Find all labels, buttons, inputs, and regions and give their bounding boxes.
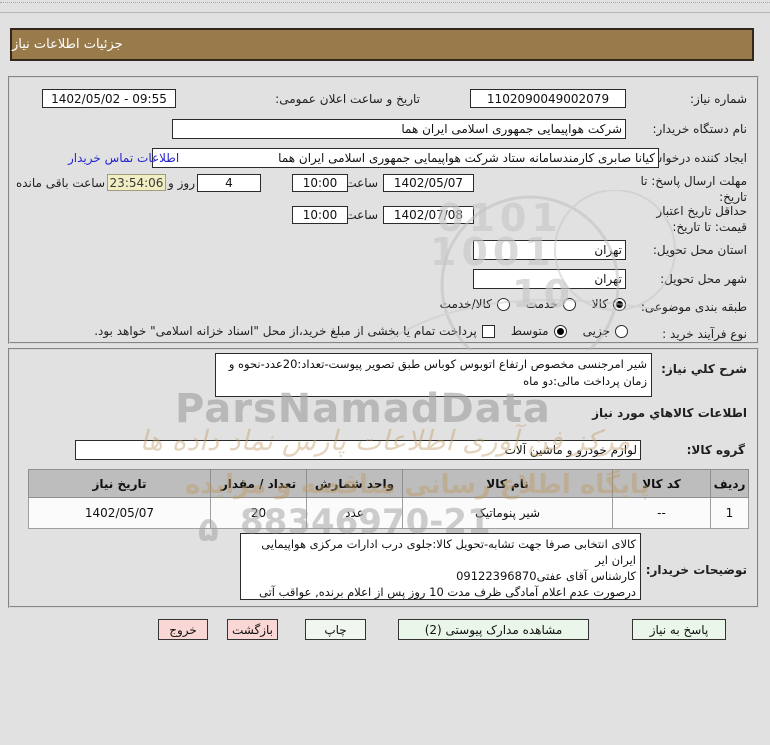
need-details-page: جزئیات اطلاعات نیاز شماره نیاز: 11020900… [0, 0, 770, 745]
goods-table-row: 1 -- شیر پنوماتیک عدد 20 1402/05/07 [29, 498, 749, 529]
col-goods-name: نام کالا [403, 470, 613, 498]
col-quantity: تعداد / مقدار [211, 470, 307, 498]
top-dotted-divider [0, 2, 770, 3]
general-description-field[interactable]: شیر امرجنسی مخصوص ارتفاع اتوبوس کوباس طب… [215, 353, 652, 397]
comments-line: کارشناس آقای عفتی09122396870 [245, 568, 636, 584]
announce-datetime-label: تاریخ و ساعت اعلان عمومی: [275, 92, 420, 106]
cell-row-number: 1 [711, 498, 749, 529]
deadline-hour-label: ساعت [345, 176, 378, 190]
city-field[interactable]: تهران [473, 269, 626, 289]
classification-options: کالا خدمت کالا/خدمت [383, 297, 626, 311]
general-description-label: شرح کلي نیاز: [661, 362, 747, 376]
cell-quantity: 20 [211, 498, 307, 529]
col-row-number: ردیف [711, 470, 749, 498]
countdown-timer: 23:54:06 [107, 174, 166, 191]
province-label: استان محل تحویل: [653, 243, 747, 257]
classification-label: طبقه بندی موضوعی: [641, 300, 747, 314]
view-attached-docs-button[interactable]: مشاهده مدارک پیوستی (2) [398, 619, 589, 640]
need-number-field[interactable]: 1102090049002079 [470, 89, 626, 108]
radio-service-label: خدمت [526, 297, 558, 311]
days-remaining-field[interactable]: 4 [197, 174, 261, 192]
buyer-org-field[interactable]: شرکت هواپیمایی جمهوری اسلامی ایران هما [172, 119, 626, 139]
respond-to-need-button[interactable]: پاسخ به نیاز [632, 619, 726, 640]
radio-partial[interactable] [615, 325, 628, 338]
process-type-options: جزیی متوسط پرداخت تمام یا بخشی از مبلغ خ… [58, 324, 628, 338]
page-title: جزئیات اطلاعات نیاز [10, 28, 754, 61]
required-goods-header: اطلاعات کالاهاي مورد نیاز [592, 406, 747, 420]
radio-goods-service-label: کالا/خدمت [440, 297, 492, 311]
treasury-checkbox[interactable] [482, 325, 495, 338]
validity-date-field[interactable]: 1402/07/08 [383, 206, 474, 224]
col-goods-code: کد کالا [613, 470, 711, 498]
top-solid-divider [0, 12, 770, 13]
deadline-date-field[interactable]: 1402/05/07 [383, 174, 474, 192]
goods-group-label: گروه کالا: [687, 443, 745, 457]
comments-line: کالای انتخابی صرفا جهت تشابه-تحویل کالا:… [245, 536, 636, 568]
classification-option-service[interactable]: خدمت [526, 297, 576, 311]
radio-goods-label: کالا [592, 297, 608, 311]
deadline-time-field[interactable]: 10:00 [292, 174, 348, 192]
radio-partial-label: جزیی [583, 324, 610, 338]
buyer-org-label: نام دستگاه خریدار: [653, 122, 748, 136]
print-button[interactable]: چاپ [305, 619, 366, 640]
province-field[interactable]: تهران [473, 240, 626, 260]
cell-goods-code: -- [613, 498, 711, 529]
col-need-date: تاریخ نیاز [29, 470, 211, 498]
radio-goods-service[interactable] [497, 298, 510, 311]
classification-option-goods[interactable]: کالا [592, 297, 626, 311]
hours-remaining-label: ساعت باقی مانده [16, 176, 105, 190]
comments-line: درصورت عدم اعلام آمادگی ظرف مدت 10 روز پ… [245, 584, 636, 600]
col-count-unit: واحد شمارش [307, 470, 403, 498]
buyer-contact-link[interactable]: اطلاعات تماس خریدار [68, 151, 179, 165]
goods-table: ردیف کد کالا نام کالا واحد شمارش تعداد /… [28, 469, 749, 529]
radio-goods[interactable] [613, 298, 626, 311]
treasury-payment-option[interactable]: پرداخت تمام یا بخشی از مبلغ خرید،از محل … [94, 324, 495, 338]
treasury-checkbox-label: پرداخت تمام یا بخشی از مبلغ خرید،از محل … [94, 324, 477, 338]
validity-hour-label: ساعت [345, 208, 378, 222]
deadline-label: مهلت ارسال پاسخ: تا تاریخ: [635, 173, 747, 205]
buyer-comments-label: توضیحات خریدار: [646, 563, 747, 577]
back-button[interactable]: بازگشت [227, 619, 278, 640]
creator-field[interactable]: کیانا صابری کارمندسامانه ستاد شرکت هواپی… [152, 148, 659, 168]
radio-medium[interactable] [554, 325, 567, 338]
cell-need-date: 1402/05/07 [29, 498, 211, 529]
goods-group-field[interactable]: لوازم خودرو و ماشین آلات [75, 440, 641, 460]
validity-time-field[interactable]: 10:00 [292, 206, 348, 224]
cell-count-unit: عدد [307, 498, 403, 529]
process-option-partial[interactable]: جزیی [583, 324, 628, 338]
exit-button[interactable]: خروج [158, 619, 208, 640]
process-type-label: نوع فرآیند خرید : [662, 327, 747, 341]
cell-goods-name: شیر پنوماتیک [403, 498, 613, 529]
validity-label: حداقل تاریخ اعتبار قیمت: تا تاریخ: [629, 203, 747, 235]
radio-medium-label: متوسط [511, 324, 549, 338]
goods-table-header-row: ردیف کد کالا نام کالا واحد شمارش تعداد /… [29, 470, 749, 498]
announce-datetime-field[interactable]: 1402/05/02 - 09:55 [42, 89, 176, 108]
days-and-label: روز و [168, 176, 195, 190]
radio-service[interactable] [563, 298, 576, 311]
buyer-comments-field[interactable]: کالای انتخابی صرفا جهت تشابه-تحویل کالا:… [240, 533, 641, 600]
city-label: شهر محل تحویل: [660, 272, 747, 286]
need-number-label: شماره نیاز: [690, 92, 747, 106]
classification-option-goods-service[interactable]: کالا/خدمت [440, 297, 510, 311]
process-option-medium[interactable]: متوسط [511, 324, 567, 338]
